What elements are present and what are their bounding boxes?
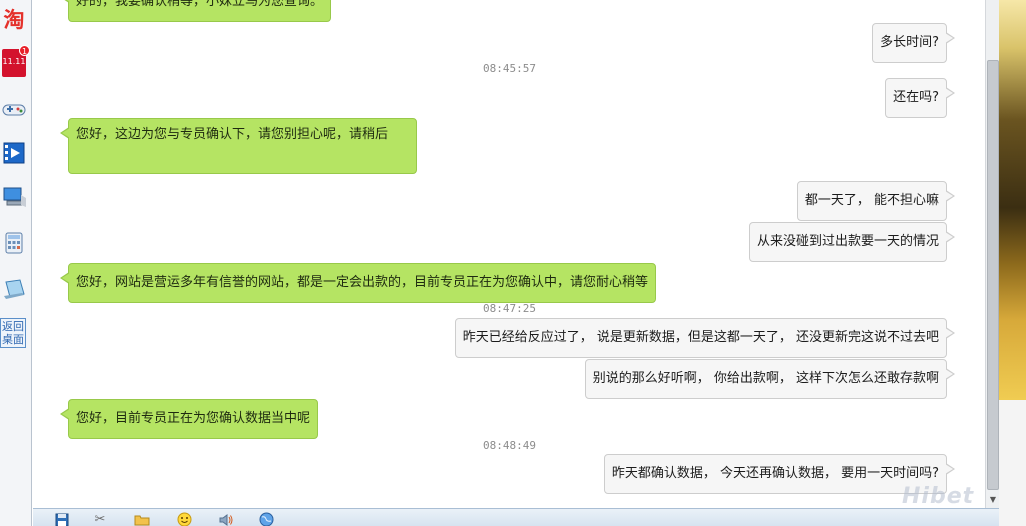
chat-scrollbar[interactable]: ▼ <box>985 0 999 508</box>
promo-label: 11.11 <box>2 57 26 66</box>
message-outgoing: 从来没碰到过出款要一天的情况 <box>748 222 956 262</box>
gamepad-icon[interactable] <box>0 94 28 124</box>
message-outgoing: 昨天已经给反应过了， 说是更新数据，但是这都一天了， 还没更新完这说不过去吧 <box>454 318 956 358</box>
watermark-logo: Hibet <box>902 484 975 509</box>
message-outgoing: 别说的那么好听啊， 你给出款啊， 这样下次怎么还敢存款啊 <box>584 359 956 399</box>
message-incoming: 您好，目前专员正在为您确认数据当中呢 <box>59 399 319 439</box>
message-outgoing: 还在吗? <box>885 78 955 118</box>
message-outgoing: 都一天了， 能不担心嘛 <box>796 181 956 221</box>
notification-badge: 1 <box>19 45 30 56</box>
back-to-desktop-button[interactable]: 返回桌面 <box>0 318 26 348</box>
globe-icon[interactable] <box>257 512 275 526</box>
scrollbar-thumb[interactable] <box>987 60 999 490</box>
sound-icon[interactable] <box>217 512 235 526</box>
message-outgoing: 昨天都确认数据， 今天还再确认数据， 要用一天时间吗? <box>603 454 956 494</box>
taobao-icon[interactable]: 淘 <box>0 4 28 34</box>
save-icon[interactable] <box>53 512 71 526</box>
chat-message-area[interactable]: 好的，我要确认稍等，小妹立马为您查询。 多长时间? 08:45:57 还在吗? … <box>33 0 985 508</box>
scroll-down-arrow-icon[interactable]: ▼ <box>986 492 1000 508</box>
message-timestamp: 08:45:57 <box>483 62 536 75</box>
calculator-icon[interactable] <box>0 228 28 258</box>
folder-icon[interactable] <box>133 512 151 526</box>
message-incoming: 好的，我要确认稍等，小妹立马为您查询。 <box>59 0 332 22</box>
side-panel-background <box>999 400 1026 526</box>
message-outgoing: 多长时间? <box>872 23 955 63</box>
notebook-icon[interactable] <box>0 274 28 304</box>
left-dock: 淘 11.11 1 返回桌面 <box>0 0 32 526</box>
computer-icon[interactable] <box>0 182 28 212</box>
promo-tile: 11.11 1 <box>2 45 30 77</box>
input-toolbar: ✂ <box>33 508 999 526</box>
message-timestamp: 08:47:25 <box>483 302 536 315</box>
scissors-icon[interactable]: ✂ <box>91 512 109 526</box>
side-ad-banner[interactable] <box>999 0 1026 400</box>
message-incoming: 您好，这边为您与专员确认下，请您别担心呢，请稍后 <box>60 118 417 174</box>
promo-1111-icon[interactable]: 11.11 1 <box>0 45 30 78</box>
message-incoming: 您好，网站是营运多年有信誉的网站，都是一定会出款的，目前专员正在为您确认中，请您… <box>59 263 657 303</box>
message-timestamp: 08:48:49 <box>483 439 536 452</box>
emoji-icon[interactable] <box>175 512 193 526</box>
video-icon[interactable] <box>0 138 28 168</box>
